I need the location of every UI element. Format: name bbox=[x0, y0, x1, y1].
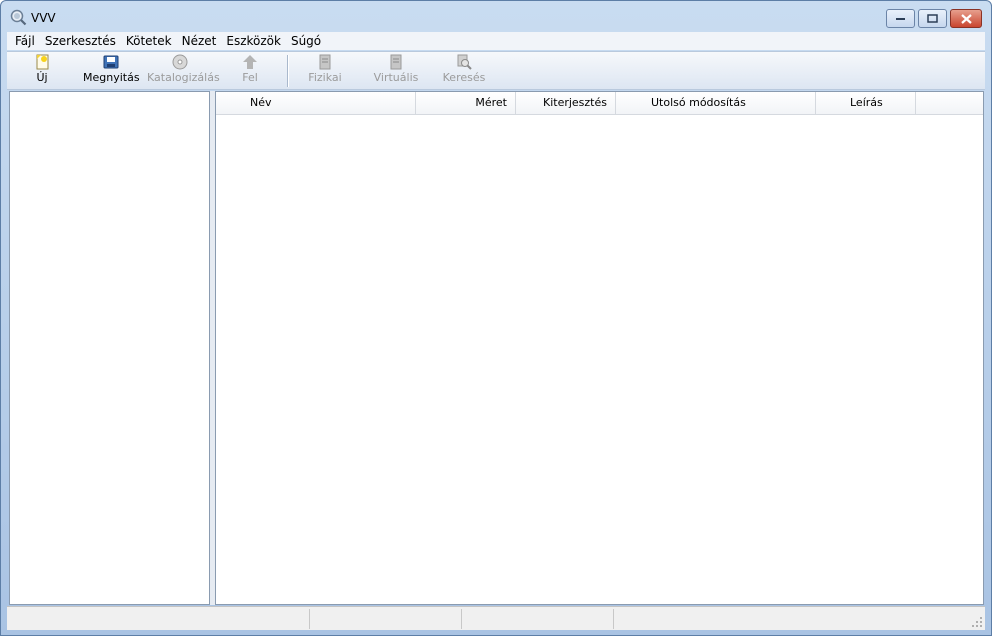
status-panel-3 bbox=[462, 609, 614, 629]
physical-view-label: Fizikai bbox=[308, 71, 342, 84]
catalog-label: Katalogizálás bbox=[147, 71, 220, 84]
catalog-button[interactable]: Katalogizálás bbox=[147, 54, 220, 88]
virtual-view-label: Virtuális bbox=[373, 71, 419, 84]
disc-icon bbox=[172, 54, 188, 70]
status-panel-2 bbox=[310, 609, 462, 629]
status-panel-4 bbox=[614, 609, 969, 629]
column-header-description[interactable]: Leírás bbox=[816, 92, 916, 114]
app-window: VVV Fájl Szerkesztés Kötetek Nézet Eszkö… bbox=[0, 0, 992, 636]
minimize-button[interactable] bbox=[886, 9, 915, 28]
open-label: Megnyitás bbox=[83, 71, 140, 84]
up-button[interactable]: Fel bbox=[235, 54, 265, 88]
toolbar: Új Megnyitás Katalogizálás Fel Fizikai V… bbox=[7, 51, 985, 90]
column-header-name[interactable]: Név bbox=[216, 92, 416, 114]
new-label: Új bbox=[36, 71, 48, 84]
column-header-modified[interactable]: Utolsó módosítás bbox=[616, 92, 816, 114]
menu-help[interactable]: Súgó bbox=[287, 34, 327, 48]
search-label: Keresés bbox=[442, 71, 486, 84]
window-title: VVV bbox=[31, 11, 56, 25]
maximize-button[interactable] bbox=[918, 9, 947, 28]
menu-edit[interactable]: Szerkesztés bbox=[41, 34, 122, 48]
open-floppy-icon bbox=[103, 55, 119, 69]
toolbar-separator bbox=[287, 55, 289, 87]
menu-bar: Fájl Szerkesztés Kötetek Nézet Eszközök … bbox=[7, 32, 985, 50]
up-arrow-icon bbox=[243, 55, 257, 69]
minimize-icon bbox=[895, 17, 905, 20]
status-bar bbox=[7, 606, 985, 630]
menu-file[interactable]: Fájl bbox=[11, 34, 41, 48]
virtual-view-button[interactable]: Virtuális bbox=[373, 54, 419, 88]
status-panel-1 bbox=[7, 609, 310, 629]
close-icon bbox=[960, 13, 972, 24]
up-label: Fel bbox=[242, 71, 258, 84]
magnifier-globe-icon bbox=[10, 9, 27, 26]
column-header-extension[interactable]: Kiterjesztés bbox=[516, 92, 616, 114]
new-button[interactable]: Új bbox=[21, 54, 63, 88]
column-header-size[interactable]: Méret bbox=[416, 92, 516, 114]
menu-tools[interactable]: Eszközök bbox=[222, 34, 287, 48]
restore-icon bbox=[927, 14, 938, 23]
menu-volumes[interactable]: Kötetek bbox=[122, 34, 178, 48]
close-button[interactable] bbox=[950, 9, 982, 28]
open-button[interactable]: Megnyitás bbox=[83, 54, 140, 88]
search-icon bbox=[457, 54, 472, 70]
file-list-pane[interactable]: Név Méret Kiterjesztés Utolsó módosítás … bbox=[215, 91, 984, 605]
physical-view-icon bbox=[319, 54, 331, 70]
physical-view-button[interactable]: Fizikai bbox=[305, 54, 345, 88]
folder-tree-pane[interactable] bbox=[9, 91, 210, 605]
resize-grip-icon[interactable] bbox=[971, 616, 983, 628]
search-button[interactable]: Keresés bbox=[442, 54, 486, 88]
virtual-view-icon bbox=[390, 54, 402, 70]
new-document-icon bbox=[36, 54, 49, 70]
list-header: Név Méret Kiterjesztés Utolsó módosítás … bbox=[216, 92, 983, 115]
title-bar[interactable]: VVV bbox=[1, 1, 991, 31]
menu-view[interactable]: Nézet bbox=[178, 34, 223, 48]
